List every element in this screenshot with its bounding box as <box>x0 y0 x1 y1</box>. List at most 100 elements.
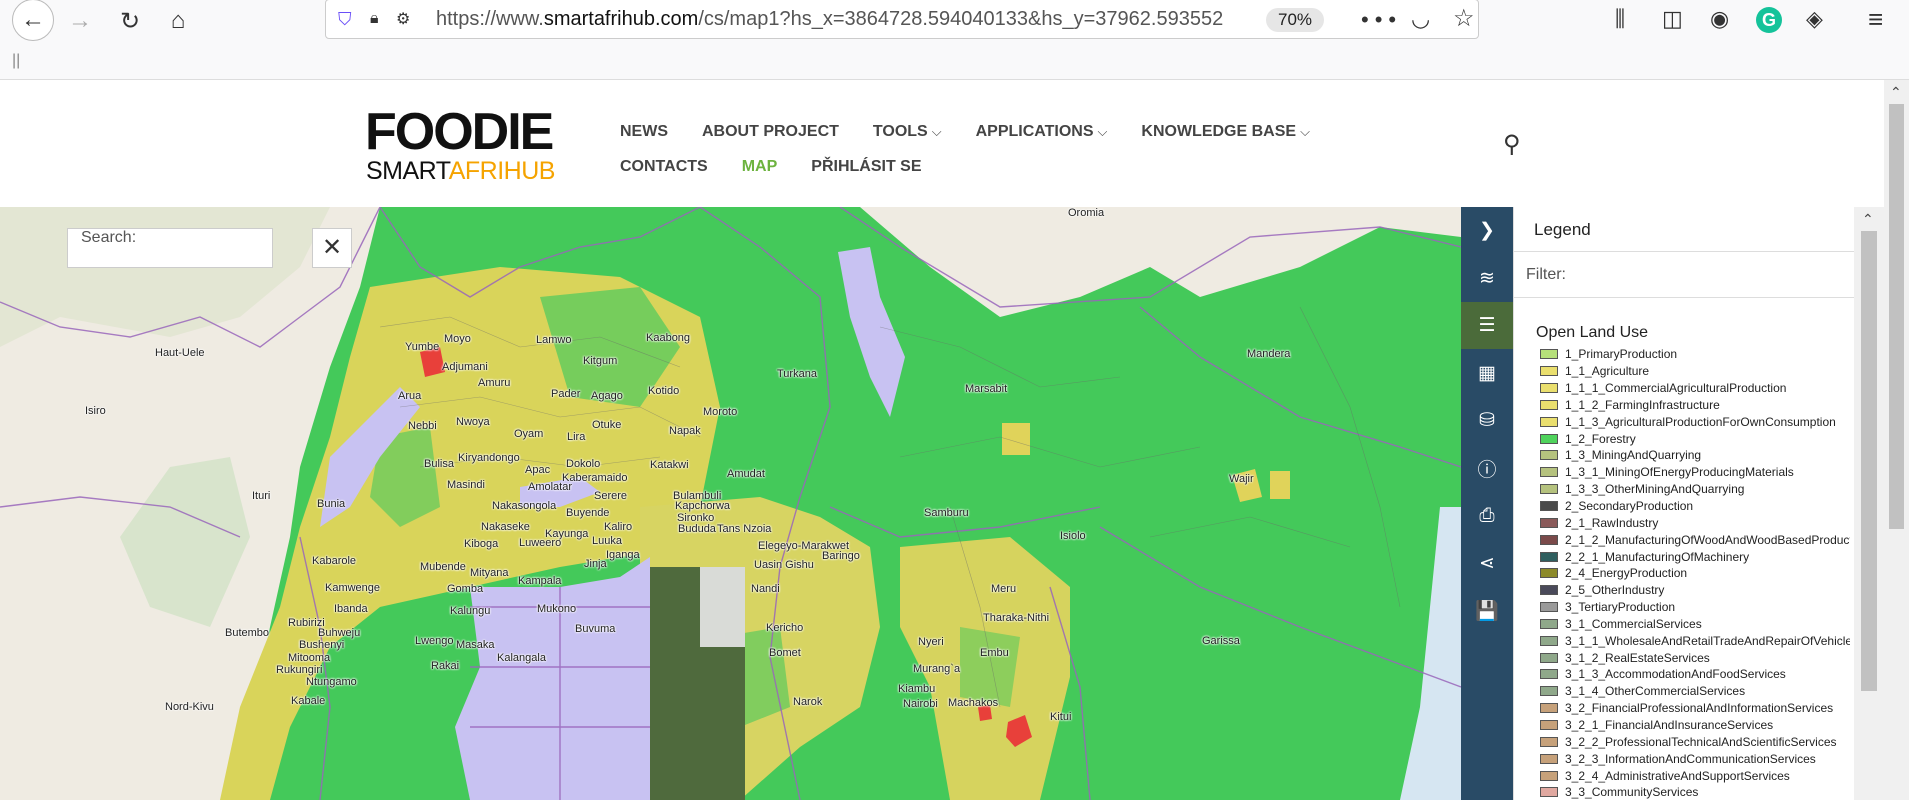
place-label: Isiolo <box>1060 530 1086 542</box>
legend-item[interactable]: 1_1_1_CommercialAgriculturalProduction <box>1540 380 1850 397</box>
url-bar[interactable]: ⛉ 🔒︎ ⚙︎ https://www.smartafrihub.com/cs/… <box>325 0 1479 39</box>
legend-item[interactable]: 3_1_CommercialServices <box>1540 616 1850 633</box>
layers-tool-button[interactable]: ≋ <box>1461 255 1513 302</box>
legend-tool-button[interactable]: ☰ <box>1461 302 1513 349</box>
foodie-logo[interactable]: FOODIE SMARTAFRIHUB <box>365 106 577 186</box>
place-label: Lamwo <box>536 334 572 346</box>
place-label: Serere <box>594 490 628 502</box>
home-button[interactable]: ⌂ <box>160 3 196 39</box>
legend-item[interactable]: 3_2_2_ProfessionalTechnicalAndScientific… <box>1540 733 1850 750</box>
zoom-level-badge[interactable]: 70% <box>1266 8 1325 32</box>
lock-icon[interactable]: 🔒︎ <box>370 10 388 28</box>
legend-item[interactable]: 3_1_1_WholesaleAndRetailTradeAndRepairOf… <box>1540 632 1850 649</box>
sidebar-icon[interactable]: ◫ <box>1662 6 1683 32</box>
legend-item[interactable]: 3_2_3_InformationAndCommunicationService… <box>1540 750 1850 767</box>
legend-swatch <box>1540 551 1558 562</box>
place-label: Oromia <box>1068 207 1105 219</box>
legend-item[interactable]: 3_3_CommunityServices <box>1540 784 1850 800</box>
legend-swatch <box>1540 366 1558 377</box>
place-label: Moroto <box>703 406 738 418</box>
reload-icon: ↻ <box>119 7 141 35</box>
back-button[interactable]: ← <box>12 0 54 41</box>
nav-about-project[interactable]: ABOUT PROJECT <box>702 123 839 141</box>
legend-swatch <box>1540 585 1558 596</box>
nav-contacts[interactable]: CONTACTS <box>620 158 708 176</box>
place-label: Kiambu <box>898 683 936 695</box>
legend-item[interactable]: 1_3_1_MiningOfEnergyProducingMaterials <box>1540 464 1850 481</box>
lake-victoria <box>455 557 650 800</box>
collapse-panel-button[interactable]: ❯ <box>1461 207 1513 254</box>
forward-button[interactable]: → <box>62 3 98 39</box>
place-label: Adjumani <box>442 361 488 373</box>
library-icon[interactable]: ⫼ <box>1615 6 1625 32</box>
legend-item-label: 1_2_Forestry <box>1565 431 1636 446</box>
nav-applications[interactable]: APPLICATIONS ⌵ <box>976 123 1108 141</box>
nav-knowledge-base[interactable]: KNOWLEDGE BASE ⌵ <box>1141 123 1310 141</box>
legend-item[interactable]: 3_TertiaryProduction <box>1540 599 1850 616</box>
page-actions-icon[interactable]: ••• <box>1361 7 1402 33</box>
reload-button[interactable]: ↻ <box>112 3 148 39</box>
nav-map[interactable]: MAP <box>742 158 778 176</box>
legend-item[interactable]: 3_1_4_OtherCommercialServices <box>1540 683 1850 700</box>
place-label: Tharaka-Nithi <box>983 612 1050 624</box>
tracking-shield-icon[interactable]: ⛉ <box>338 9 358 30</box>
legend-item[interactable]: 3_1_3_AccommodationAndFoodServices <box>1540 666 1850 683</box>
legend-item[interactable]: 1_1_Agriculture <box>1540 363 1850 380</box>
layers-extension-icon[interactable]: ◈ <box>1806 6 1823 32</box>
legend-item[interactable]: 1_PrimaryProduction <box>1540 346 1850 363</box>
scroll-up-arrow-icon[interactable]: ⌃ <box>1890 84 1902 101</box>
legend-item[interactable]: 2_2_1_ManufacturingOfMachinery <box>1540 548 1850 565</box>
legend-item[interactable]: 1_1_2_FarmingInfrastructure <box>1540 397 1850 414</box>
legend-item[interactable]: 1_3_MiningAndQuarrying <box>1540 447 1850 464</box>
legend-swatch <box>1540 467 1558 478</box>
place-label: Pader <box>551 388 581 400</box>
legend-item[interactable]: 1_1_3_AgriculturalProductionForOwnConsum… <box>1540 413 1850 430</box>
account-icon[interactable]: ◉ <box>1710 6 1729 32</box>
print-tool-button[interactable]: ⎙ <box>1461 492 1513 539</box>
basemap-tool-button[interactable]: ▦ <box>1461 350 1513 397</box>
logo-subtitle: SMARTAFRIHUB <box>366 157 555 185</box>
share-tool-button[interactable]: ⋖ <box>1461 540 1513 587</box>
legend-item[interactable]: 3_2_1_FinancialAndInsuranceServices <box>1540 717 1850 734</box>
grammarly-icon[interactable]: G <box>1756 7 1782 33</box>
legend-item[interactable]: 3_2_FinancialProfessionalAndInformationS… <box>1540 700 1850 717</box>
legend-item[interactable]: 3_2_4_AdministrativeAndSupportServices <box>1540 767 1850 784</box>
url-text[interactable]: https://www.smartafrihub.com/cs/map1?hs_… <box>436 8 1246 31</box>
place-label: Iganga <box>606 549 640 561</box>
scroll-up-arrow-icon[interactable]: ⌃ <box>1862 211 1874 228</box>
legend-item[interactable]: 2_4_EnergyProduction <box>1540 565 1850 582</box>
legend-item[interactable]: 2_5_OtherIndustry <box>1540 582 1850 599</box>
map-canvas[interactable]: Haut-Uele Isiro Ituri Bunia Nord-Kivu Butembo… <box>0 207 1461 800</box>
nav-news[interactable]: NEWS <box>620 123 668 141</box>
legend-filter-input[interactable]: Filter: <box>1514 252 1854 298</box>
legend-item[interactable]: 1_2_Forestry <box>1540 430 1850 447</box>
place-label: Baringo <box>822 550 860 562</box>
legend-scrollbar-thumb[interactable] <box>1861 231 1877 691</box>
info-tool-button[interactable]: ⓘ <box>1461 445 1513 492</box>
legend-item-label: 2_2_1_ManufacturingOfMachinery <box>1565 549 1750 564</box>
page-scrollbar-thumb[interactable] <box>1889 104 1904 529</box>
legend-item-label: 3_2_2_ProfessionalTechnicalAndScientific… <box>1565 734 1837 749</box>
pocket-icon[interactable]: ◡ <box>1411 6 1430 32</box>
place-label: Moyo <box>444 333 471 345</box>
permissions-icon[interactable]: ⚙︎ <box>396 9 418 29</box>
place-label: Otuke <box>592 419 622 431</box>
legend-scrollbar[interactable]: ⌃ <box>1854 207 1884 800</box>
page-scrollbar[interactable]: ⌃ <box>1884 80 1909 800</box>
hamburger-menu-icon[interactable]: ≡ <box>1868 4 1883 35</box>
map-search-clear-button[interactable]: ✕ <box>312 228 352 268</box>
legend-item[interactable]: 1_3_3_OtherMiningAndQuarrying <box>1540 481 1850 498</box>
bookmark-star-icon[interactable]: ☆ <box>1453 4 1475 33</box>
nav-login[interactable]: PŘIHLÁSIT SE <box>811 158 921 176</box>
legend-item[interactable]: 2_1_2_ManufacturingOfWoodAndWoodBasedPro… <box>1540 531 1850 548</box>
legend-item[interactable]: 2_1_RawIndustry <box>1540 514 1850 531</box>
nav-tools[interactable]: TOOLS ⌵ <box>873 123 942 141</box>
legend-item[interactable]: 3_1_2_RealEstateServices <box>1540 649 1850 666</box>
map-search-input[interactable]: Search: <box>67 228 273 268</box>
search-icon[interactable]: ⚲ <box>1503 130 1521 159</box>
save-tool-button[interactable]: 💾 <box>1461 587 1513 634</box>
legend-item[interactable]: 2_SecondaryProduction <box>1540 498 1850 515</box>
place-label: Ibanda <box>334 603 368 615</box>
datasource-tool-button[interactable]: ⛁ <box>1461 397 1513 444</box>
place-label: Lwengo <box>415 635 454 647</box>
